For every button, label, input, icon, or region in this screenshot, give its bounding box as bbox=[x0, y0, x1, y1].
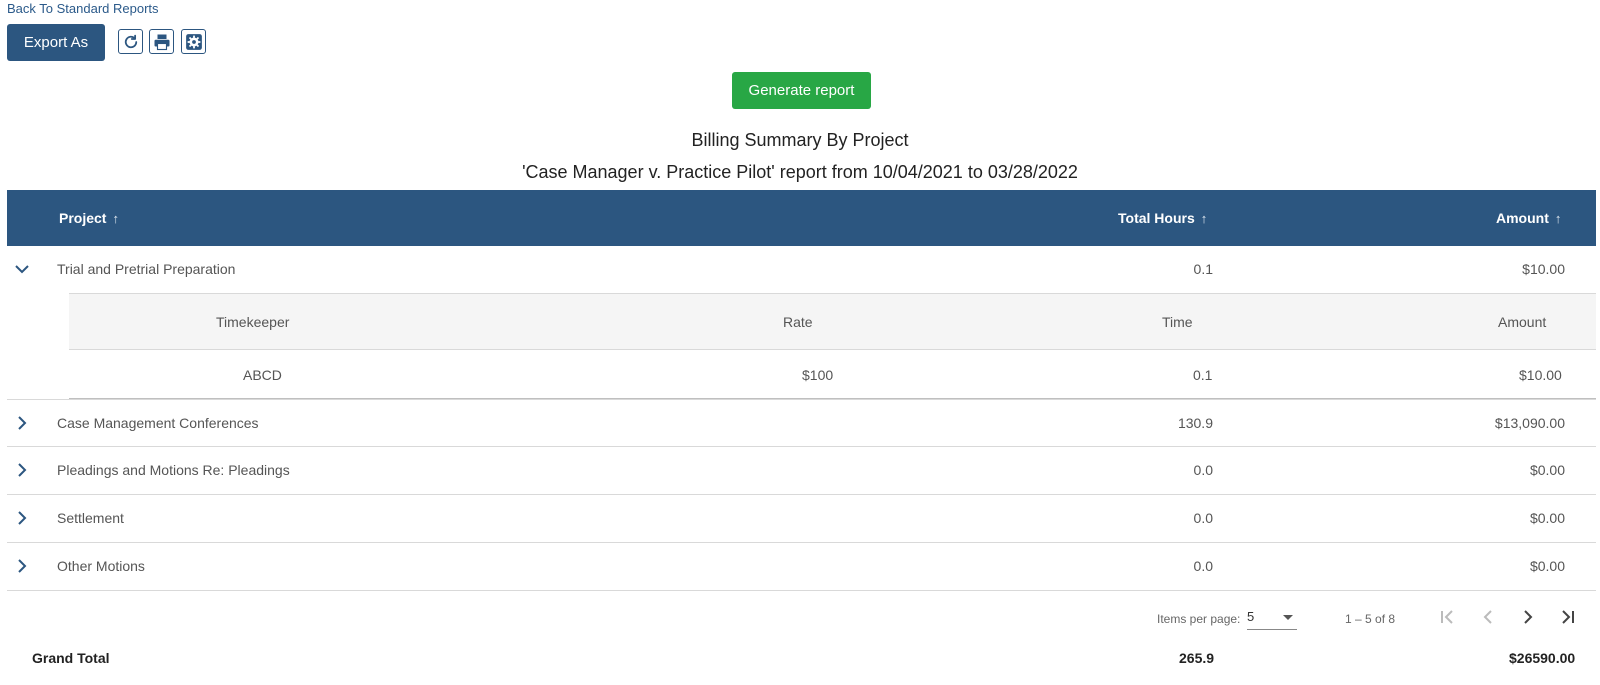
project-hours: 0.0 bbox=[1193, 462, 1213, 478]
table-header: Project ↑ Total Hours ↑ Amount ↑ bbox=[7, 190, 1596, 246]
column-header-amount[interactable]: Amount ↑ bbox=[1496, 210, 1561, 226]
column-header-amount-label: Amount bbox=[1496, 210, 1549, 226]
next-page-icon[interactable] bbox=[1517, 606, 1539, 628]
project-hours: 0.1 bbox=[1193, 261, 1213, 277]
detail-table: Timekeeper Rate Time Amount ABCD $100 0.… bbox=[69, 293, 1596, 399]
chevron-right-icon[interactable] bbox=[13, 414, 31, 432]
project-amount: $13,090.00 bbox=[1494, 415, 1565, 431]
project-name: Settlement bbox=[57, 510, 124, 526]
previous-page-icon[interactable] bbox=[1477, 606, 1499, 628]
detail-time: 0.1 bbox=[1193, 367, 1213, 383]
detail-header-time[interactable]: Time bbox=[1162, 314, 1193, 330]
project-name: Case Management Conferences bbox=[57, 415, 259, 431]
detail-amount: $10.00 bbox=[1519, 367, 1562, 383]
table-row[interactable]: Case Management Conferences 130.9 $13,09… bbox=[7, 399, 1596, 447]
project-amount: $0.00 bbox=[1529, 510, 1565, 526]
table-row[interactable]: Settlement 0.0 $0.00 bbox=[7, 495, 1596, 543]
generate-report-button[interactable]: Generate report bbox=[732, 72, 871, 109]
report-subtitle: 'Case Manager v. Practice Pilot' report … bbox=[522, 162, 1078, 182]
detail-header-amount[interactable]: Amount bbox=[1498, 314, 1546, 330]
project-name: Trial and Pretrial Preparation bbox=[57, 261, 236, 277]
project-amount: $0.00 bbox=[1529, 558, 1565, 574]
detail-timekeeper: ABCD bbox=[243, 367, 282, 383]
table-row[interactable]: Trial and Pretrial Preparation 0.1 $10.0… bbox=[7, 246, 1596, 294]
refresh-button[interactable] bbox=[118, 29, 143, 54]
sort-arrow-up-icon: ↑ bbox=[1554, 210, 1562, 226]
detail-header-timekeeper[interactable]: Timekeeper bbox=[216, 314, 289, 330]
chevron-down-icon[interactable] bbox=[13, 260, 31, 278]
chevron-right-icon[interactable] bbox=[13, 557, 31, 575]
grand-total-amount: $26590.00 bbox=[1509, 650, 1576, 666]
column-header-project-label: Project bbox=[59, 210, 107, 226]
items-per-page-label: Items per page: bbox=[1157, 612, 1241, 626]
detail-row: ABCD $100 0.1 $10.00 bbox=[69, 350, 1596, 399]
project-name: Pleadings and Motions Re: Pleadings bbox=[57, 462, 290, 478]
sort-arrow-up-icon: ↑ bbox=[112, 210, 119, 226]
detail-header-rate[interactable]: Rate bbox=[783, 314, 813, 330]
dropdown-caret-icon bbox=[1283, 615, 1293, 620]
detail-rate: $100 bbox=[802, 367, 834, 383]
print-button[interactable] bbox=[149, 29, 174, 54]
table-row[interactable]: Other Motions 0.0 $0.00 bbox=[7, 543, 1596, 591]
back-to-standard-reports-link[interactable]: Back To Standard Reports bbox=[7, 1, 159, 16]
chevron-right-icon[interactable] bbox=[13, 509, 31, 527]
items-per-page-select[interactable]: 5 bbox=[1247, 605, 1297, 630]
print-icon bbox=[154, 34, 169, 50]
page-range-label: 1 – 5 of 8 bbox=[1345, 612, 1396, 626]
report-title: Billing Summary By Project bbox=[691, 130, 909, 150]
grand-total-hours: 265.9 bbox=[1179, 650, 1215, 666]
project-amount: $10.00 bbox=[1522, 261, 1565, 277]
column-header-total-hours[interactable]: Total Hours ↑ bbox=[1118, 210, 1207, 226]
settings-icon bbox=[185, 33, 202, 50]
sort-arrow-up-icon: ↑ bbox=[1200, 210, 1208, 226]
chevron-right-icon[interactable] bbox=[13, 461, 31, 479]
refresh-icon bbox=[124, 34, 137, 48]
project-name: Other Motions bbox=[57, 558, 145, 574]
settings-button[interactable] bbox=[181, 29, 206, 54]
table-row[interactable]: Pleadings and Motions Re: Pleadings 0.0 … bbox=[7, 447, 1596, 495]
first-page-icon[interactable] bbox=[1437, 606, 1459, 628]
export-as-button[interactable]: Export As bbox=[7, 24, 105, 61]
items-per-page-value: 5 bbox=[1247, 609, 1255, 624]
last-page-icon[interactable] bbox=[1557, 606, 1579, 628]
detail-table-header: Timekeeper Rate Time Amount bbox=[69, 293, 1596, 350]
project-hours: 130.9 bbox=[1177, 415, 1213, 431]
project-hours: 0.0 bbox=[1193, 558, 1213, 574]
grand-total-label: Grand Total bbox=[32, 650, 110, 666]
column-header-total-hours-label: Total Hours bbox=[1118, 210, 1195, 226]
project-hours: 0.0 bbox=[1193, 510, 1213, 526]
project-amount: $0.00 bbox=[1529, 462, 1565, 478]
column-header-project[interactable]: Project ↑ bbox=[59, 210, 119, 226]
